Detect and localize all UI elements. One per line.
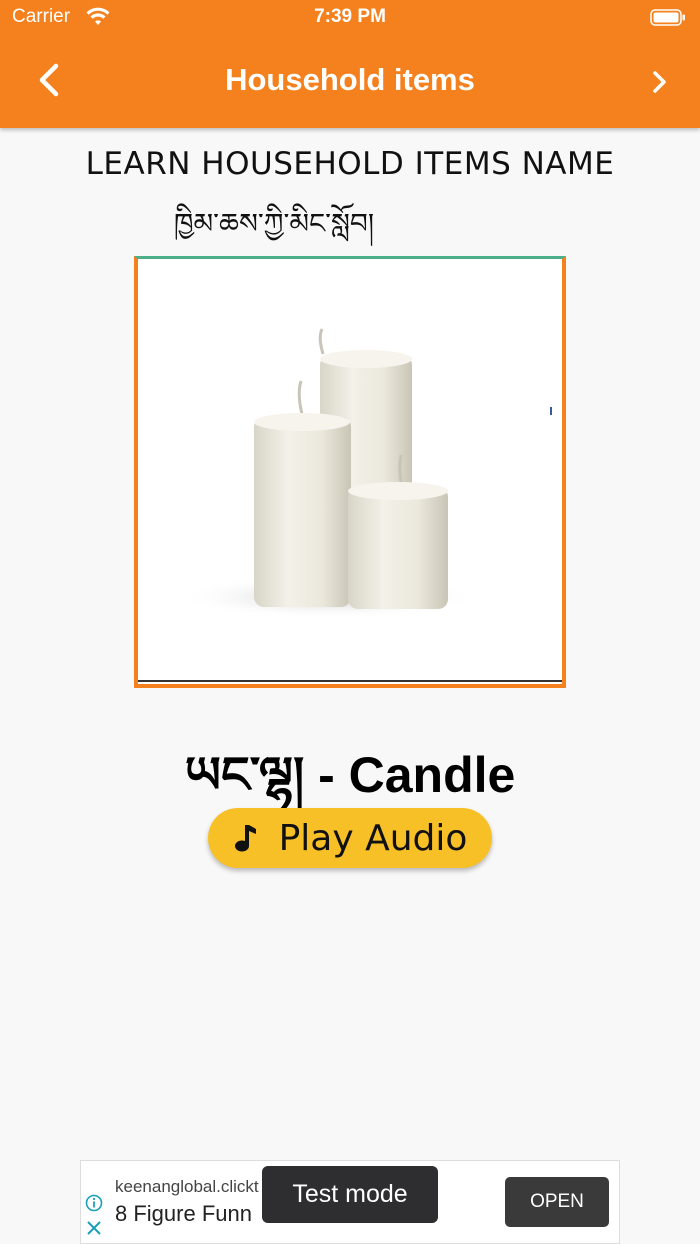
status-time: 7:39 PM (314, 6, 386, 27)
section-heading: LEARN HOUSEHOLD ITEMS NAME (85, 146, 615, 182)
play-audio-button[interactable]: Play Audio (208, 808, 492, 868)
ad-title: 8 Figure Funn (115, 1201, 252, 1226)
next-button[interactable] (640, 62, 680, 102)
status-bar: Carrier 7:39 PM (0, 0, 700, 36)
item-image-frame (134, 256, 566, 688)
battery-icon (650, 9, 686, 26)
navigation-bar: Household items (0, 44, 700, 128)
ad-open-button[interactable]: OPEN (505, 1177, 609, 1227)
app-bar: Carrier 7:39 PM Household items (0, 0, 700, 128)
chevron-right-icon (653, 71, 666, 93)
info-icon[interactable] (85, 1194, 103, 1212)
test-mode-toast: Test mode (262, 1166, 438, 1223)
ad-domain: keenanglobal.clickt (115, 1177, 259, 1196)
close-icon[interactable] (85, 1219, 103, 1237)
candle-image (138, 328, 562, 682)
page-title: Household items (225, 62, 475, 97)
music-note-icon (234, 825, 256, 852)
play-audio-label: Play Audio (278, 817, 468, 859)
